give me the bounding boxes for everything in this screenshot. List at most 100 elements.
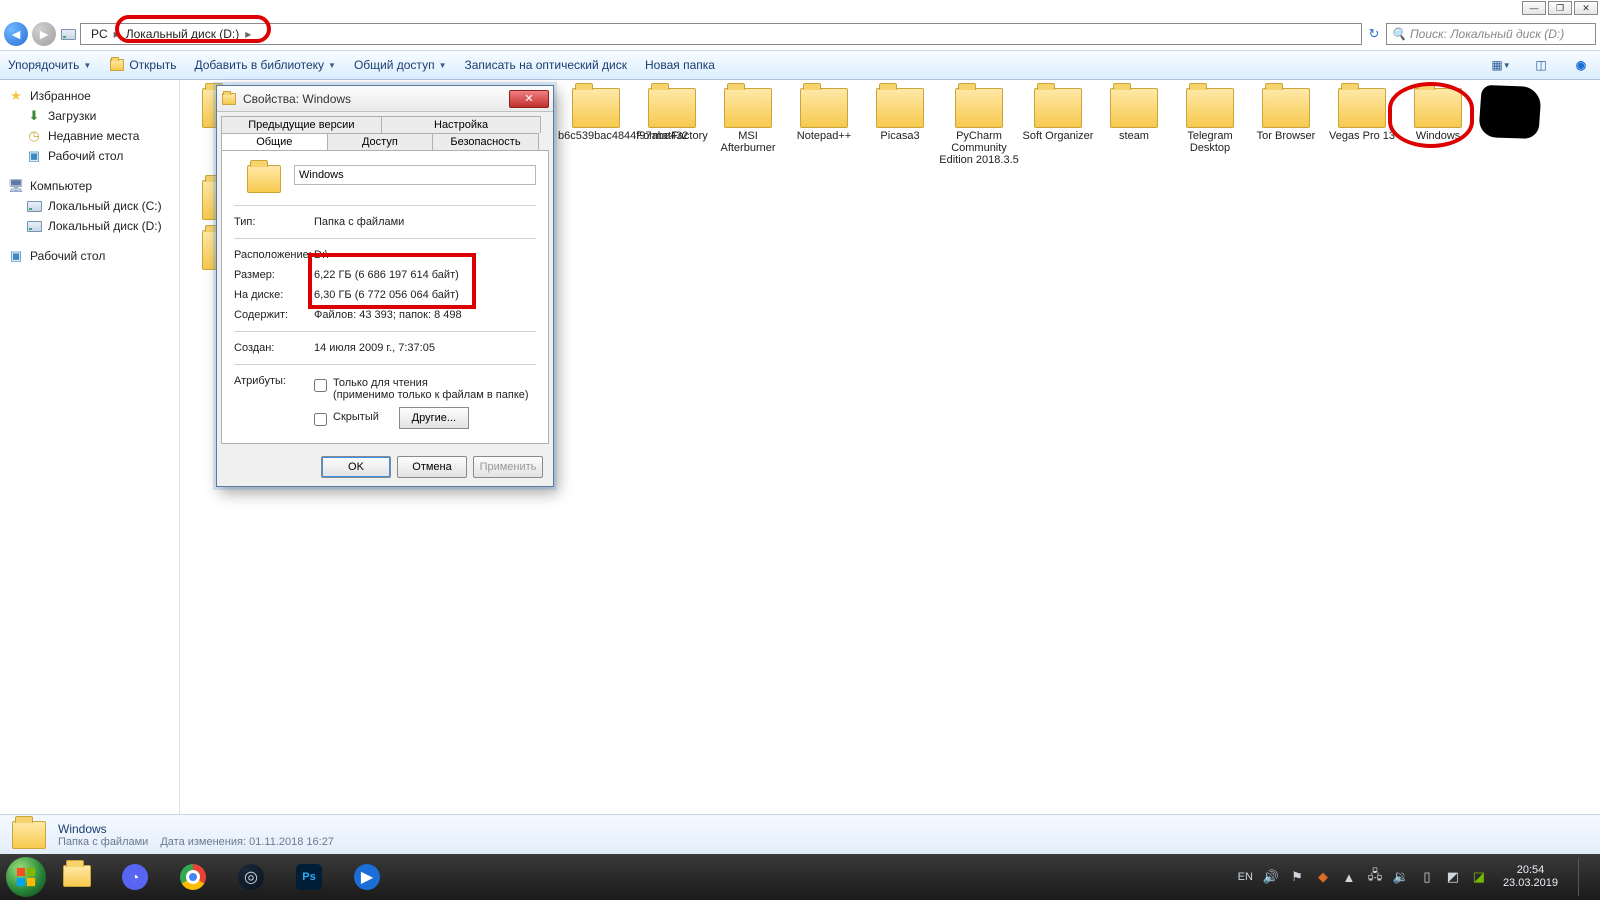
readonly-checkbox[interactable]: Только для чтения(применимо только к фай… bbox=[314, 375, 536, 403]
folder-item[interactable]: Picasa3 bbox=[862, 88, 938, 142]
desktop-icon: ▣ bbox=[8, 248, 24, 264]
tree-downloads[interactable]: ⬇Загрузки bbox=[0, 106, 179, 126]
other-attributes-button[interactable]: Другие... bbox=[399, 407, 469, 429]
view-options-button[interactable]: ▦▼ bbox=[1490, 54, 1512, 76]
toolbar-new-folder[interactable]: Новая папка bbox=[645, 58, 715, 72]
tree-drive-d[interactable]: Локальный диск (D:) bbox=[0, 216, 179, 236]
tray-battery-icon[interactable]: ▯ bbox=[1419, 869, 1435, 885]
folder-icon bbox=[800, 88, 848, 128]
folder-item[interactable]: PyCharm Community Edition 2018.3.5 bbox=[938, 88, 1020, 166]
tray-network-icon[interactable]: 🖧 bbox=[1367, 869, 1383, 885]
folder-icon bbox=[12, 821, 46, 849]
tray-chevron-up-icon[interactable]: ▲ bbox=[1341, 869, 1357, 885]
tree-desktop2[interactable]: ▣Рабочий стол bbox=[0, 246, 179, 266]
tab-general[interactable]: Общие bbox=[221, 133, 328, 150]
dialog-titlebar[interactable]: Свойства: Windows ✕ bbox=[217, 86, 553, 112]
nav-back-button[interactable]: ◄ bbox=[4, 22, 28, 46]
folder-item[interactable]: b6c539bac4844f97abe432 bbox=[558, 88, 634, 142]
toolbar-add-library[interactable]: Добавить в библиотеку▼ bbox=[194, 58, 335, 72]
folder-icon bbox=[1338, 88, 1386, 128]
tray-flag-icon[interactable]: ⚑ bbox=[1289, 869, 1305, 885]
drive-icon bbox=[60, 26, 76, 42]
tree-recent[interactable]: ◷Недавние места bbox=[0, 126, 179, 146]
nav-forward-button[interactable]: ► bbox=[32, 22, 56, 46]
prop-location: Расположение:D:\ bbox=[234, 245, 536, 265]
preview-pane-button[interactable]: ◫ bbox=[1530, 54, 1552, 76]
folder-item[interactable]: steam bbox=[1096, 88, 1172, 142]
steam-icon: ◎ bbox=[238, 864, 264, 890]
details-subtitle: Папка с файлами bbox=[58, 836, 148, 848]
folder-item[interactable]: Telegram Desktop bbox=[1172, 88, 1248, 154]
folder-item[interactable]: Vegas Pro 13 bbox=[1324, 88, 1400, 142]
chevron-down-icon: ▼ bbox=[83, 61, 91, 70]
tree-favorites[interactable]: ★Избранное bbox=[0, 86, 179, 106]
cancel-button[interactable]: Отмена bbox=[397, 456, 467, 478]
tab-general-body: Тип:Папка с файлами Расположение:D:\ Раз… bbox=[221, 150, 549, 444]
start-button[interactable] bbox=[6, 857, 46, 897]
taskbar-photoshop[interactable]: Ps bbox=[282, 858, 336, 896]
tray-nvidia-icon[interactable]: ◪ bbox=[1471, 869, 1487, 885]
toolbar-organize[interactable]: Упорядочить▼ bbox=[8, 58, 91, 72]
explorer-toolbar: Упорядочить▼ Открыть Добавить в библиоте… bbox=[0, 50, 1600, 80]
navigation-tree: ★Избранное ⬇Загрузки ◷Недавние места ▣Ра… bbox=[0, 80, 180, 814]
toolbar-open[interactable]: Открыть bbox=[109, 57, 176, 73]
tray-lang[interactable]: EN bbox=[1238, 871, 1253, 883]
folder-icon bbox=[1414, 88, 1462, 128]
taskbar-discord[interactable]: ◔ bbox=[108, 858, 162, 896]
window-close-button[interactable]: ✕ bbox=[1574, 1, 1598, 15]
prop-type: Тип:Папка с файлами bbox=[234, 212, 536, 232]
tab-security[interactable]: Безопасность bbox=[432, 133, 539, 150]
maximize-button[interactable]: ❐ bbox=[1548, 1, 1572, 15]
tab-previous-versions[interactable]: Предыдущие версии bbox=[221, 116, 382, 133]
taskbar-explorer[interactable] bbox=[50, 858, 104, 896]
refresh-icon[interactable]: ↻ bbox=[1366, 26, 1382, 42]
hidden-checkbox[interactable]: Скрытый bbox=[314, 409, 379, 428]
tab-access[interactable]: Доступ bbox=[327, 133, 434, 150]
folder-icon bbox=[572, 88, 620, 128]
taskbar-media[interactable]: ▶ bbox=[340, 858, 394, 896]
chevron-right-icon: ▸ bbox=[245, 27, 251, 41]
dialog-tabs: Предыдущие версии Настройка Общие Доступ… bbox=[217, 112, 553, 150]
prop-size-on-disk: На диске:6,30 ГБ (6 772 056 064 байт) bbox=[234, 285, 536, 305]
chevron-down-icon: ▼ bbox=[328, 61, 336, 70]
tray-app-icon[interactable]: ◩ bbox=[1445, 869, 1461, 885]
toolbar-share[interactable]: Общий доступ▼ bbox=[354, 58, 447, 72]
folder-item[interactable]: FormatFactory bbox=[634, 88, 710, 142]
taskbar-chrome[interactable] bbox=[166, 858, 220, 896]
tray-volume-icon[interactable]: 🔊 bbox=[1263, 869, 1279, 885]
toolbar-burn[interactable]: Записать на оптический диск bbox=[464, 58, 627, 72]
tray-speaker-icon[interactable]: 🔉 bbox=[1393, 869, 1409, 885]
folder-item[interactable]: Notepad++ bbox=[786, 88, 862, 142]
explorer-icon bbox=[63, 865, 91, 887]
show-desktop-button[interactable] bbox=[1578, 858, 1590, 896]
minimize-button[interactable]: — bbox=[1522, 1, 1546, 15]
folder-item[interactable]: Soft Organizer bbox=[1020, 88, 1096, 142]
prop-name-row bbox=[234, 161, 536, 199]
folder-icon bbox=[221, 91, 237, 107]
tray-clock[interactable]: 20:54 23.03.2019 bbox=[1497, 864, 1564, 889]
dialog-close-button[interactable]: ✕ bbox=[509, 90, 549, 108]
address-bar[interactable]: PC ▸ Локальный диск (D:) ▸ bbox=[80, 23, 1362, 45]
folder-item[interactable]: Tor Browser bbox=[1248, 88, 1324, 142]
folder-item[interactable]: MSI Afterburner bbox=[710, 88, 786, 154]
tree-desktop[interactable]: ▣Рабочий стол bbox=[0, 146, 179, 166]
tree-drive-c[interactable]: Локальный диск (C:) bbox=[0, 196, 179, 216]
search-input[interactable]: 🔍 Поиск: Локальный диск (D:) bbox=[1386, 23, 1596, 45]
apply-button[interactable]: Применить bbox=[473, 456, 543, 478]
play-icon: ▶ bbox=[354, 864, 380, 890]
drive-icon bbox=[26, 198, 42, 214]
tab-customize[interactable]: Настройка bbox=[381, 116, 542, 133]
ok-button[interactable]: OK bbox=[321, 456, 391, 478]
search-placeholder: Поиск: Локальный диск (D:) bbox=[1410, 27, 1564, 41]
folder-windows[interactable]: Windows bbox=[1400, 88, 1476, 142]
tree-computer[interactable]: 🖥Компьютер bbox=[0, 176, 179, 196]
desktop-icon: ▣ bbox=[26, 148, 42, 164]
tray-security-icon[interactable]: ◆ bbox=[1315, 869, 1331, 885]
chevron-down-icon: ▼ bbox=[439, 61, 447, 70]
taskbar-steam[interactable]: ◎ bbox=[224, 858, 278, 896]
breadcrumb-drive[interactable]: Локальный диск (D:) bbox=[120, 27, 246, 41]
folder-name-input[interactable] bbox=[294, 165, 536, 185]
breadcrumb-root[interactable]: PC bbox=[85, 27, 114, 41]
help-button[interactable]: ◉ bbox=[1570, 54, 1592, 76]
folder-icon bbox=[648, 88, 696, 128]
